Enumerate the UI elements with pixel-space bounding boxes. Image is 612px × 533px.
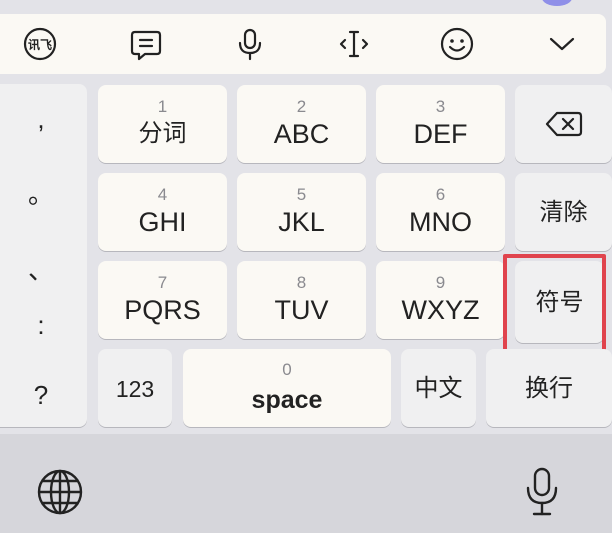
key-label: TUV	[274, 295, 329, 325]
punct-enumeration-comma[interactable]: 、	[0, 250, 82, 287]
return-label: 换行	[525, 375, 573, 402]
svg-text:讯飞: 讯飞	[28, 38, 52, 52]
emoji-icon[interactable]	[433, 20, 481, 68]
key-2[interactable]: 2 ABC	[237, 85, 366, 163]
key-label: 分词	[138, 120, 187, 147]
microphone-icon[interactable]	[226, 20, 274, 68]
chevron-down-icon[interactable]	[538, 20, 586, 68]
punct-period[interactable]: 。	[0, 174, 82, 211]
punct-comma[interactable]: ,	[0, 104, 82, 135]
clear-label: 清除	[539, 199, 588, 226]
punctuation-column[interactable]: , 。 、 : ?	[0, 84, 87, 427]
key-9[interactable]: 9 WXYZ	[376, 261, 505, 339]
globe-icon[interactable]	[36, 468, 84, 521]
clear-key[interactable]: 清除	[515, 173, 612, 251]
chinese-label: 中文	[414, 375, 463, 402]
dictation-microphone-icon[interactable]	[522, 466, 562, 523]
key-label: JKL	[278, 207, 325, 237]
return-key[interactable]: 换行	[486, 349, 612, 427]
punct-question[interactable]: ?	[0, 380, 82, 411]
key-5[interactable]: 5 JKL	[237, 173, 366, 251]
key-number: 4	[157, 185, 168, 204]
key-number: 7	[157, 273, 168, 292]
numbers-key[interactable]: 123	[98, 349, 172, 427]
xunfei-logo-icon[interactable]: 讯飞	[16, 20, 64, 68]
key-label: MNO	[409, 207, 472, 237]
key-number: 1	[157, 97, 168, 116]
key-number: 3	[435, 97, 446, 116]
key-label: PQRS	[124, 295, 201, 325]
space-key[interactable]: 0 space	[183, 349, 391, 427]
key-number: 5	[296, 185, 307, 204]
key-1[interactable]: 1 分词	[98, 85, 227, 163]
key-8[interactable]: 8 TUV	[237, 261, 366, 339]
key-7[interactable]: 7 PQRS	[98, 261, 227, 339]
text-cursor-icon[interactable]	[330, 20, 378, 68]
space-number: 0	[282, 360, 292, 379]
key-6[interactable]: 6 MNO	[376, 173, 505, 251]
backspace-key[interactable]	[515, 85, 612, 163]
key-3[interactable]: 3 DEF	[376, 85, 505, 163]
chinese-key[interactable]: 中文	[401, 349, 476, 427]
key-label: WXYZ	[401, 295, 480, 325]
space-label: space	[251, 386, 323, 414]
key-label: GHI	[138, 207, 187, 237]
key-number: 6	[435, 185, 446, 204]
key-label: DEF	[413, 119, 468, 149]
key-number: 9	[435, 273, 446, 292]
indicator-dot	[542, 0, 572, 6]
keyboard-toolbar: 讯飞	[0, 14, 606, 74]
key-4[interactable]: 4 GHI	[98, 173, 227, 251]
punct-colon[interactable]: :	[0, 310, 82, 341]
backspace-icon	[545, 111, 582, 137]
key-label: ABC	[273, 119, 330, 149]
system-bar	[0, 434, 612, 533]
chat-bubble-icon[interactable]	[122, 20, 170, 68]
numbers-label: 123	[115, 376, 155, 402]
key-number: 8	[296, 273, 307, 292]
highlight-box	[503, 254, 606, 355]
key-number: 2	[296, 97, 307, 116]
